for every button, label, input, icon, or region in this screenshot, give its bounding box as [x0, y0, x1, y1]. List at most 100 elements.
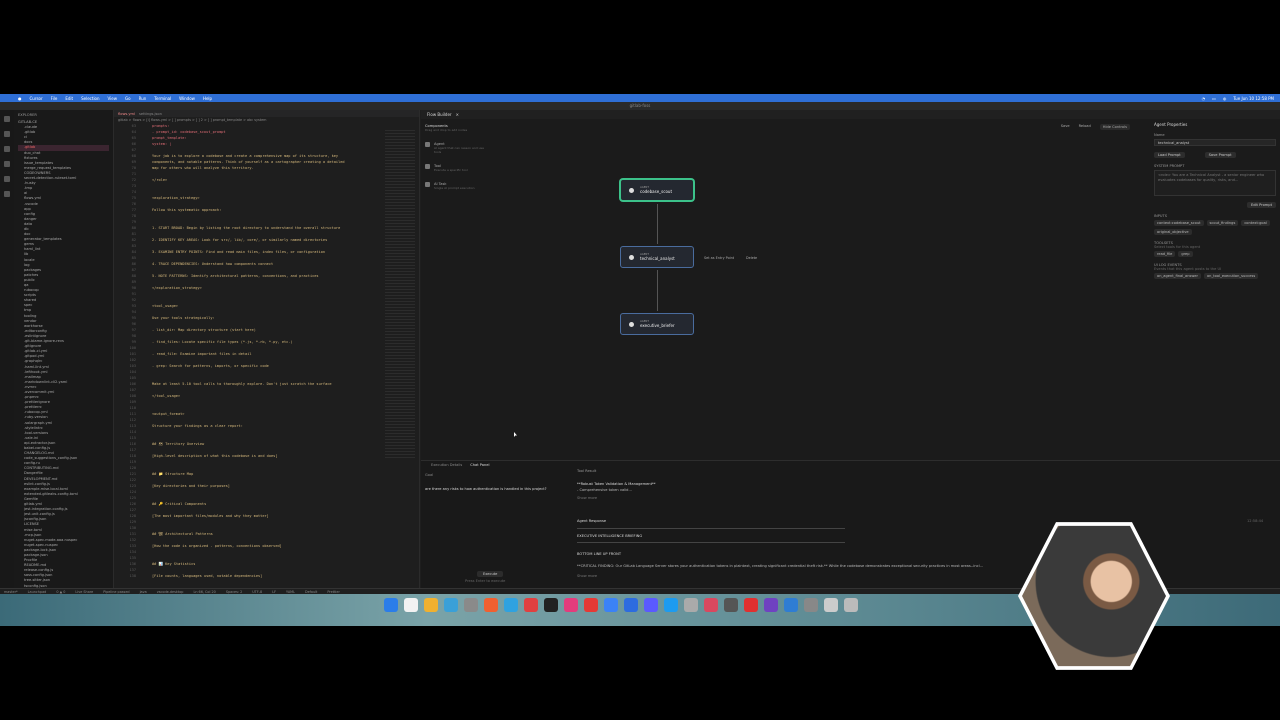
dock-app-icon[interactable] — [644, 598, 658, 612]
code-line[interactable]: ## 🔑 Critical Components — [152, 501, 206, 507]
status-item[interactable]: YAML — [286, 590, 295, 594]
extensions-icon[interactable] — [4, 176, 10, 182]
code-line[interactable]: [File counts, languages used, notable de… — [152, 573, 262, 579]
control-center-icon[interactable]: ◍ — [1223, 96, 1227, 101]
flow-builder-tab[interactable]: Flow Builder × — [421, 110, 1280, 119]
menu-item[interactable]: Cursor — [30, 96, 43, 101]
wifi-icon[interactable]: ◔ — [1202, 96, 1206, 101]
code-line[interactable]: - list_dir: Map directory structure (sta… — [152, 327, 256, 333]
goal-input[interactable]: are there any risks to how authenticatio… — [425, 487, 555, 492]
code-line[interactable]: 1. START BROAD: Begin by listing the roo… — [152, 225, 340, 231]
dock-app-icon[interactable] — [764, 598, 778, 612]
edit-prompt-button[interactable]: Edit Prompt — [1247, 202, 1276, 208]
dock-app-icon[interactable] — [804, 598, 818, 612]
code-line[interactable]: Use your tools strategically: — [152, 315, 215, 321]
hide-controls-button[interactable]: Hide Controls — [1099, 124, 1130, 130]
code-line[interactable]: <tool_usage> — [152, 303, 178, 309]
input-chip[interactable]: original_objective — [1154, 229, 1192, 235]
execute-button[interactable]: Execute — [477, 571, 504, 577]
dock-app-icon[interactable] — [724, 598, 738, 612]
dock-app-icon[interactable] — [484, 598, 498, 612]
close-icon[interactable]: × — [456, 112, 459, 117]
status-item[interactable]: Default — [305, 590, 317, 594]
load-prompt-button[interactable]: Load Prompt — [1154, 152, 1185, 158]
minimap[interactable] — [385, 130, 415, 460]
code-line[interactable]: 4. TRACE DEPENDENCIES: Understand how co… — [152, 261, 273, 267]
code-line[interactable]: <output_format> — [152, 411, 184, 417]
code-line[interactable]: Make at least 5-10 tool calls to thoroug… — [152, 381, 332, 387]
menu-item[interactable]: Run — [139, 96, 147, 101]
status-item[interactable]: vscode-desktop — [157, 590, 184, 594]
flow-node-codebase-scout[interactable]: AGENT codebase_scout — [620, 179, 694, 201]
apple-icon[interactable]: ● — [18, 96, 22, 101]
dock-app-icon[interactable] — [504, 598, 518, 612]
code-line[interactable]: [High-level description of what this cod… — [152, 453, 278, 459]
toolset-chip[interactable]: read_file — [1154, 251, 1176, 257]
dock-app-icon[interactable] — [564, 598, 578, 612]
ui-event-chip[interactable]: on_agent_final_answer — [1154, 273, 1201, 279]
menu-item[interactable]: Terminal — [154, 96, 171, 101]
dock-app-icon[interactable] — [464, 598, 478, 612]
code-line[interactable]: 3. EXAMINE ENTRY POINTS: Find and read m… — [152, 249, 325, 255]
dock-app-icon[interactable] — [544, 598, 558, 612]
menubar-clock[interactable]: Tue Jun 10 12:58 PM — [1233, 96, 1274, 101]
component-tool[interactable]: Tool Execute a specific tool — [425, 164, 489, 172]
code-line[interactable]: - read_file: Examine important files in … — [152, 351, 252, 357]
menu-item[interactable]: Edit — [65, 96, 73, 101]
code-line[interactable]: system: | — [152, 141, 171, 147]
menu-item[interactable]: View — [108, 96, 118, 101]
code-line[interactable]: [Key directories and their purposes] — [152, 483, 230, 489]
menu-item[interactable]: Window — [179, 96, 195, 101]
status-item[interactable]: LF — [272, 590, 276, 594]
code-line[interactable]: ## 🗺 Territory Overview — [152, 441, 204, 447]
ui-event-chip[interactable]: on_tool_execution_success — [1203, 273, 1259, 279]
remote-icon[interactable] — [4, 191, 10, 197]
code-line[interactable]: </exploration_strategy> — [152, 285, 202, 291]
code-line[interactable]: [The most important files/modules and wh… — [152, 513, 269, 519]
dock-app-icon[interactable] — [424, 598, 438, 612]
code-line[interactable]: 2. IDENTIFY KEY AREAS: Look for src/, li… — [152, 237, 327, 243]
status-item[interactable]: master* — [4, 590, 18, 594]
code-line[interactable]: 5. NOTE PATTERNS: Identify architectural… — [152, 273, 319, 279]
status-item[interactable]: Spaces: 2 — [226, 590, 242, 594]
source-control-icon[interactable] — [4, 146, 10, 152]
save-prompt-button[interactable]: Save Prompt — [1204, 152, 1236, 158]
menu-item[interactable]: Selection — [81, 96, 99, 101]
code-line[interactable]: ## 📁 Structure Map — [152, 471, 193, 477]
code-line[interactable]: Structure your findings as a clear repor… — [152, 423, 243, 429]
dock-app-icon[interactable] — [684, 598, 698, 612]
dock-app-icon[interactable] — [384, 598, 398, 612]
agent-name-input[interactable]: technical_analyst — [1154, 139, 1276, 146]
status-item[interactable]: 0 ▲ 0 — [56, 590, 65, 594]
code-line[interactable]: ## 🏗 Architectural Patterns — [152, 531, 213, 537]
show-more-link[interactable]: Show more — [577, 574, 597, 578]
code-line[interactable]: <exploration_strategy> — [152, 195, 200, 201]
status-item[interactable]: Ln 66, Col 20 — [193, 590, 215, 594]
status-item[interactable]: Launchpad — [28, 590, 47, 594]
files-icon[interactable] — [4, 116, 10, 122]
component-agent[interactable]: Agent AI agent that can reason and use to… — [425, 142, 489, 154]
component-ai-task[interactable]: AI Task Single AI prompt execution — [425, 182, 489, 190]
tab-settings-json[interactable]: settings.json — [139, 112, 162, 116]
dock-app-icon[interactable] — [704, 598, 718, 612]
dock-app-icon[interactable] — [664, 598, 678, 612]
input-chip[interactable]: context:codebase_scout — [1154, 220, 1204, 226]
code-line[interactable]: </role> — [152, 177, 167, 183]
status-item[interactable]: Java — [140, 590, 147, 594]
dock-app-icon[interactable] — [444, 598, 458, 612]
code-line[interactable]: map for others who will analyze this ter… — [152, 165, 254, 171]
tab-flows-yml[interactable]: flows.yml — [118, 112, 135, 116]
tab-chat-panel[interactable]: Chat Panel — [470, 463, 489, 467]
code-line[interactable]: - grep: Search for patterns, imports, or… — [152, 363, 269, 369]
dock-app-icon[interactable] — [624, 598, 638, 612]
dock-app-icon[interactable] — [604, 598, 618, 612]
set-entry-point-button[interactable]: Set as Entry Point — [704, 256, 734, 260]
code-line[interactable]: </tool_usage> — [152, 393, 180, 399]
menu-item[interactable]: Go — [125, 96, 131, 101]
tab-execution-details[interactable]: Execution Details — [431, 463, 462, 467]
dock-app-icon[interactable] — [584, 598, 598, 612]
system-prompt-textarea[interactable]: <role> You are a Technical Analyst - a s… — [1154, 170, 1276, 196]
save-button[interactable]: Save — [1061, 124, 1070, 130]
toolset-chip[interactable]: grep — [1178, 251, 1193, 257]
code-line[interactable]: Follow this systematic approach: — [152, 207, 221, 213]
